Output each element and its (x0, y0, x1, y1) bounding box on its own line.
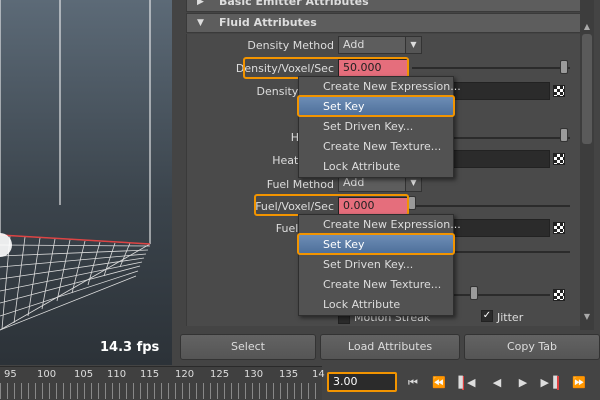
tick-label: 130 (244, 369, 264, 380)
fuel-voxel-slider-handle[interactable] (408, 196, 416, 210)
menu-item-set-driven-key[interactable]: Set Driven Key... (299, 255, 453, 275)
menu-item-create-texture[interactable]: Create New Texture... (299, 275, 453, 295)
map-texture-icon[interactable] (553, 85, 565, 97)
density-method-value: Add (343, 38, 365, 51)
section-fluid-attributes[interactable]: ▼ Fluid Attributes (186, 13, 586, 33)
context-menu-fuel: Create New Expression... Set Key Set Dri… (298, 214, 461, 316)
menu-item-create-expression[interactable]: Create New Expression... (299, 77, 461, 97)
attribute-editor: ▶ Basic Emitter Attributes ▼ Fluid Attri… (172, 0, 600, 330)
density-method-label: Density Method (247, 39, 334, 52)
step-forward-key-icon[interactable]: ⏩ (570, 374, 588, 392)
tick-label: 14 (312, 369, 325, 380)
menu-item-create-texture[interactable]: Create New Texture... (299, 137, 453, 157)
fluid-slider[interactable] (452, 251, 570, 253)
attribute-editor-buttons: Select Load Attributes Copy Tab (172, 330, 600, 366)
current-time-field[interactable]: 3.00 (327, 372, 397, 392)
step-back-key-icon[interactable]: ⏪ (430, 374, 448, 392)
density-voxel-slider-handle[interactable] (560, 60, 568, 74)
copy-tab-button[interactable]: Copy Tab (464, 334, 600, 360)
step-forward-frame-icon[interactable]: ▶▐ (540, 374, 558, 392)
section-title: Fluid Attributes (219, 16, 317, 29)
fps-counter: 14.3 fps (100, 340, 160, 355)
tick-label: 100 (37, 369, 57, 380)
fluid2-slider-handle[interactable] (470, 286, 478, 300)
go-to-start-icon[interactable]: ⏮ (404, 374, 422, 392)
tick-label: 120 (175, 369, 195, 380)
scrollbar-thumb[interactable] (582, 34, 592, 144)
fuel-emission-field[interactable] (452, 219, 550, 237)
map-texture-icon[interactable] (553, 153, 565, 165)
viewport-3d[interactable]: 14.3 fps (0, 0, 172, 365)
heat-emission-field[interactable] (452, 150, 550, 168)
menu-item-create-expression[interactable]: Create New Expression... (299, 215, 461, 235)
jitter-label: Jitter (497, 311, 524, 324)
load-attributes-button[interactable]: Load Attributes (320, 334, 460, 360)
fluid-container-wireframe (0, 0, 151, 331)
step-back-frame-icon[interactable]: ▌◀ (458, 374, 476, 392)
menu-item-lock-attribute[interactable]: Lock Attribute (299, 295, 453, 315)
set-key-highlight (297, 95, 455, 117)
key-marker (557, 376, 559, 390)
density-voxel-slider[interactable] (412, 67, 570, 69)
fuel-method-label: Fuel Method (266, 178, 334, 191)
heat-voxel-slider-handle[interactable] (560, 128, 568, 142)
play-backwards-icon[interactable]: ◀ (488, 374, 506, 392)
tick-label: 135 (279, 369, 299, 380)
scroll-down-icon[interactable]: ▼ (582, 312, 592, 322)
tick-label: 125 (210, 369, 230, 380)
heat-voxel-slider[interactable] (452, 137, 570, 139)
context-menu-density: Create New Expression... Set Key Set Dri… (298, 76, 461, 178)
time-slider[interactable]: 95 100 105 110 115 120 125 130 135 14 (0, 366, 325, 400)
tick-label: 105 (74, 369, 94, 380)
tick-label: 115 (140, 369, 160, 380)
chevron-down-icon: ▼ (405, 37, 421, 53)
section-basic-emitter[interactable]: ▶ Basic Emitter Attributes (186, 0, 586, 12)
select-button[interactable]: Select (180, 334, 316, 360)
density-method-dropdown[interactable]: Add ▼ (338, 36, 422, 54)
map-texture-icon[interactable] (553, 222, 565, 234)
menu-item-lock-attribute[interactable]: Lock Attribute (299, 157, 453, 177)
fuel-voxel-slider[interactable] (412, 205, 570, 207)
section-title: Basic Emitter Attributes (219, 0, 369, 8)
tick-marks (0, 383, 322, 399)
fuel-voxel-highlight (254, 194, 409, 216)
play-forwards-icon[interactable]: ▶ (514, 374, 532, 392)
density-emission-field[interactable] (452, 82, 550, 100)
expand-arrow-icon: ▼ (197, 18, 204, 28)
menu-item-set-driven-key[interactable]: Set Driven Key... (299, 117, 453, 137)
tick-label: 110 (107, 369, 127, 380)
tick-label: 95 (4, 369, 17, 380)
jitter-checkbox[interactable]: ✓ (481, 310, 493, 322)
map-texture-icon[interactable] (553, 289, 565, 301)
scroll-up-icon[interactable]: ▲ (582, 22, 592, 32)
collapse-arrow-icon: ▶ (197, 0, 204, 7)
set-key-highlight (297, 233, 455, 255)
fluid2-slider[interactable] (452, 294, 550, 296)
